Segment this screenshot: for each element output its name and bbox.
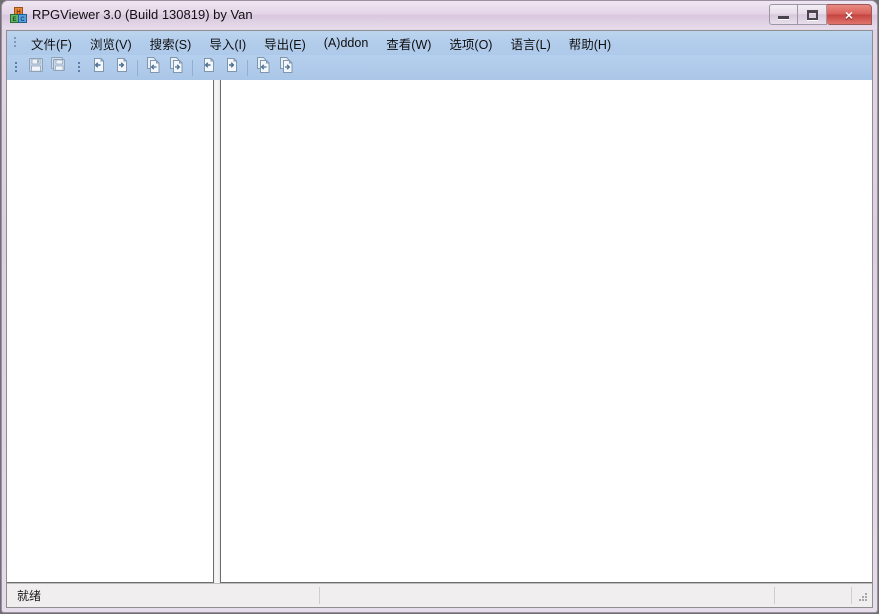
status-cell-2 [320,584,775,608]
svg-text:E: E [12,17,16,23]
status-message-cell: 就绪 [7,584,320,608]
minimize-icon [778,16,789,19]
application-window: H E C RPGViewer 3.0 (Build 130819) by Va… [0,0,879,614]
toolbar [7,55,872,80]
menu-addon[interactable]: (A)ddon [315,33,377,53]
import-all-alt-button[interactable] [252,57,275,79]
title-bar[interactable]: H E C RPGViewer 3.0 (Build 130819) by Va… [2,1,877,29]
export-one-button[interactable] [110,57,133,79]
close-button[interactable]: × [827,4,872,25]
page-arrow-right-icon [114,57,130,78]
status-bar: 就绪 [7,583,872,607]
menu-browse[interactable]: 浏览(V) [81,31,141,56]
toolbar-separator-3 [247,59,248,76]
window-controls: × [769,4,872,25]
save-all-icon [50,57,67,78]
tree-pane[interactable] [7,80,214,583]
menu-drag-grip[interactable] [11,35,20,51]
pages-arrow-right-icon [279,57,295,78]
menu-import[interactable]: 导入(I) [200,31,255,56]
pages-arrow-left-icon [256,57,272,78]
menu-export[interactable]: 导出(E) [255,31,315,56]
minimize-button[interactable] [769,4,798,25]
window-title: RPGViewer 3.0 (Build 130819) by Van [32,7,253,22]
menu-bar: 文件(F) 浏览(V) 搜索(S) 导入(I) 导出(E) (A)ddon 查看… [7,31,872,55]
page-arrow-left-icon [201,57,217,78]
blocks-icon: H E C [10,6,28,24]
maximize-icon [806,9,818,20]
resize-grip-icon[interactable] [856,591,869,604]
import-one-button[interactable] [87,57,110,79]
toolbar-drag-grip-1[interactable] [12,60,21,76]
menu-file[interactable]: 文件(F) [22,31,81,56]
menu-search[interactable]: 搜索(S) [141,31,201,56]
detail-pane[interactable] [220,80,872,583]
save-all-button[interactable] [47,57,70,79]
save-button[interactable] [24,57,47,79]
status-message: 就绪 [17,589,42,603]
page-arrow-right-icon [224,57,240,78]
menu-view[interactable]: 查看(W) [377,31,440,56]
status-cell-3 [775,584,852,608]
export-all-button[interactable] [165,57,188,79]
pages-arrow-left-icon [146,57,162,78]
client-area [7,80,872,583]
close-icon: × [844,6,854,23]
import-one-alt-button[interactable] [197,57,220,79]
toolbar-drag-grip-2[interactable] [75,60,84,76]
export-all-alt-button[interactable] [275,57,298,79]
menu-language[interactable]: 语言(L) [501,31,559,56]
export-one-alt-button[interactable] [220,57,243,79]
toolbar-separator-2 [192,59,193,76]
pages-arrow-right-icon [169,57,185,78]
page-arrow-left-icon [91,57,107,78]
save-icon [28,57,44,78]
maximize-button[interactable] [798,4,827,25]
menu-options[interactable]: 选项(O) [440,31,501,56]
menu-help[interactable]: 帮助(H) [560,31,620,56]
import-all-button[interactable] [142,57,165,79]
toolbar-separator-1 [137,59,138,76]
svg-text:C: C [20,17,25,23]
